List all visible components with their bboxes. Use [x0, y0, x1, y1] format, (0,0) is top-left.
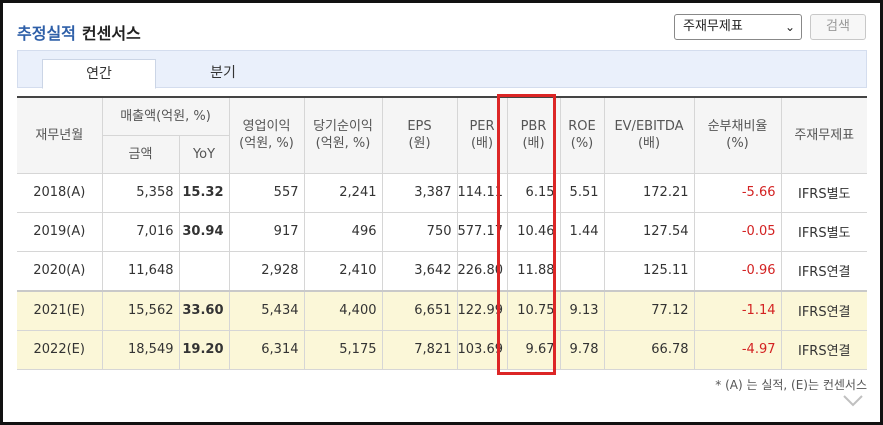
header-sales-yoy: YoY	[178, 134, 229, 174]
section-header: 추정실적 컨센서스	[17, 20, 141, 44]
header-roe: ROE (%)	[559, 96, 605, 174]
table-row-estimate: 2021(E) 15,562 33.60 5,434 4,400 6,651 1…	[17, 289, 867, 331]
tab-quarterly[interactable]: 분기	[173, 59, 273, 89]
table-row: 2019(A) 7,016 30.94 917 496 750 577.17 1…	[17, 211, 867, 252]
header-ev-ebitda: EV/EBITDA (배)	[603, 96, 695, 174]
tab-annual[interactable]: 연간	[42, 59, 156, 89]
footnote: * (A) 는 실적, (E)는 컨센서스	[715, 378, 867, 392]
select-value: 주재무제표	[683, 19, 743, 34]
section-title: 추정실적	[17, 24, 76, 43]
period-tab-bar: 연간 분기	[17, 50, 867, 89]
header-op-income: 영업이익 (억원, %)	[228, 96, 305, 174]
chevron-down-icon: ⌄	[784, 20, 795, 34]
header-net-income: 당기순이익 (억원, %)	[303, 96, 383, 174]
table-row-estimate: 2022(E) 18,549 19.20 6,314 5,175 7,821 1…	[17, 329, 867, 370]
pbr-column-highlight	[497, 94, 556, 375]
header-sales-amount: 금액	[102, 134, 180, 174]
search-button[interactable]: 검색	[810, 14, 866, 40]
section-subtitle: 컨센서스	[81, 24, 141, 43]
header-eps: EPS (원)	[381, 96, 458, 174]
table-row: 2018(A) 5,358 15.32 557 2,241 3,387 114.…	[17, 172, 867, 213]
header-sales-group: 매출액(억원, %)	[101, 96, 230, 136]
header-main-fs: 주재무제표	[780, 96, 867, 174]
table-row: 2020(A) 11,648 2,928 2,410 3,642 226.80 …	[17, 250, 867, 291]
chevron-down-icon[interactable]	[842, 394, 864, 408]
consensus-table: 재무년월 매출액(억원, %) 영업이익 (억원, %) 당기순이익 (억원, %)…	[17, 96, 867, 370]
header-year: 재무년월	[17, 96, 103, 174]
financial-statement-select[interactable]: 주재무제표 ⌄	[674, 14, 802, 40]
header-net-debt-ratio: 순부채비율 (%)	[693, 96, 782, 174]
